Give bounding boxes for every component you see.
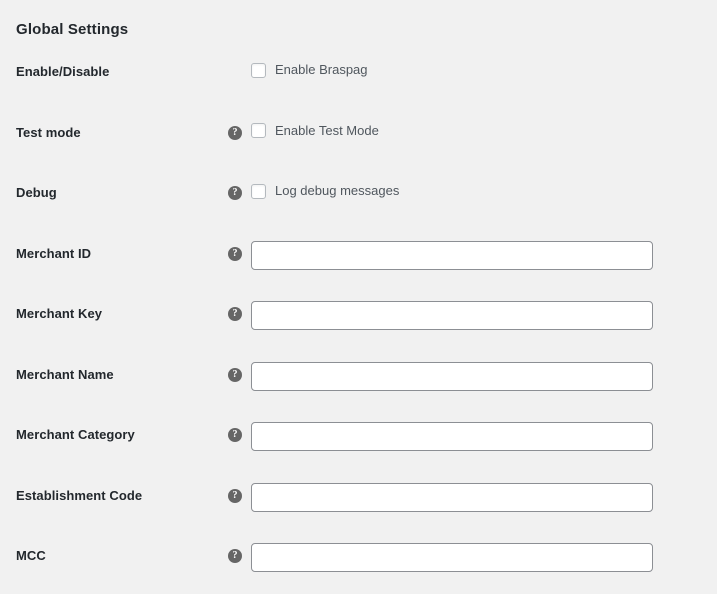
checkbox-test-mode[interactable] (251, 123, 266, 138)
form-row-enable-disable: Enable/Disable ?Enable Braspag (0, 46, 717, 107)
help-tip-icon-debug[interactable]: ? (228, 186, 242, 200)
help-tip-icon-merchant-name[interactable]: ? (228, 367, 242, 382)
text-input-establishment-code[interactable] (251, 482, 653, 512)
global-settings-panel: Global Settings Enable/Disable?Enable Br… (0, 0, 717, 594)
row-field-mcc: ? (228, 530, 717, 591)
settings-form-table: Enable/Disable?Enable BraspagTest mode?E… (0, 46, 717, 591)
checkbox-wrap-test-mode[interactable]: Enable Test Mode (251, 119, 379, 143)
checkbox-label-test-mode[interactable]: Enable Test Mode (275, 123, 379, 139)
help-tip-icon-merchant-category[interactable]: ? (228, 428, 242, 442)
form-row-test-mode: Test mode? Enable Test Mode (0, 107, 717, 168)
help-tip-icon-test-mode[interactable]: ? (228, 125, 242, 140)
help-tip-icon-merchant-id[interactable]: ? (228, 246, 242, 261)
row-field-test-mode: ? Enable Test Mode (228, 107, 717, 168)
form-row-establishment-code: Establishment Code? (0, 470, 717, 531)
text-input-merchant-key[interactable] (251, 301, 653, 330)
row-field-enable-disable: ?Enable Braspag (228, 46, 717, 107)
row-label-enable-disable: Enable/Disable (16, 64, 110, 79)
form-row-merchant-category: Merchant Category? (0, 409, 717, 470)
row-label-debug: Debug (16, 185, 57, 200)
row-field-merchant-category: ? (228, 409, 717, 470)
row-label-establishment-code: Establishment Code (16, 487, 143, 503)
row-field-merchant-id: ? (228, 228, 717, 289)
help-tip-icon-establishment-code[interactable]: ? (228, 488, 242, 503)
form-row-mcc: MCC? (0, 530, 717, 591)
checkbox-enable-disable[interactable] (251, 62, 266, 78)
page-title: Global Settings (16, 21, 129, 39)
row-label-merchant-id: Merchant ID (16, 245, 92, 261)
text-input-merchant-name[interactable] (251, 361, 653, 391)
row-label-test-mode: Test mode (16, 124, 81, 140)
checkbox-label-enable-disable[interactable]: Enable Braspag (275, 62, 368, 78)
checkbox-label-debug[interactable]: Log debug messages (275, 183, 399, 199)
row-label-merchant-name: Merchant Name (16, 366, 114, 382)
row-label-merchant-key: Merchant Key (16, 306, 103, 321)
row-label-mcc: MCC (16, 548, 46, 563)
row-label-merchant-category: Merchant Category (16, 427, 135, 442)
row-field-merchant-name: ? (228, 349, 717, 410)
form-row-merchant-id: Merchant ID? (0, 228, 717, 289)
checkbox-debug[interactable] (251, 183, 266, 199)
row-field-establishment-code: ? (228, 470, 717, 531)
checkbox-wrap-debug[interactable]: Log debug messages (251, 179, 399, 203)
checkbox-wrap-enable-disable[interactable]: Enable Braspag (251, 58, 368, 82)
row-field-merchant-key: ? (228, 288, 717, 349)
row-field-debug: ? Log debug messages (228, 167, 717, 228)
form-row-merchant-name: Merchant Name? (0, 349, 717, 410)
help-tip-icon-mcc[interactable]: ? (228, 549, 242, 563)
form-row-merchant-key: Merchant Key? (0, 288, 717, 349)
text-input-merchant-category[interactable] (251, 422, 653, 451)
text-input-mcc[interactable] (251, 543, 653, 572)
form-row-debug: Debug? Log debug messages (0, 167, 717, 228)
help-tip-icon-merchant-key[interactable]: ? (228, 307, 242, 321)
text-input-merchant-id[interactable] (251, 240, 653, 270)
